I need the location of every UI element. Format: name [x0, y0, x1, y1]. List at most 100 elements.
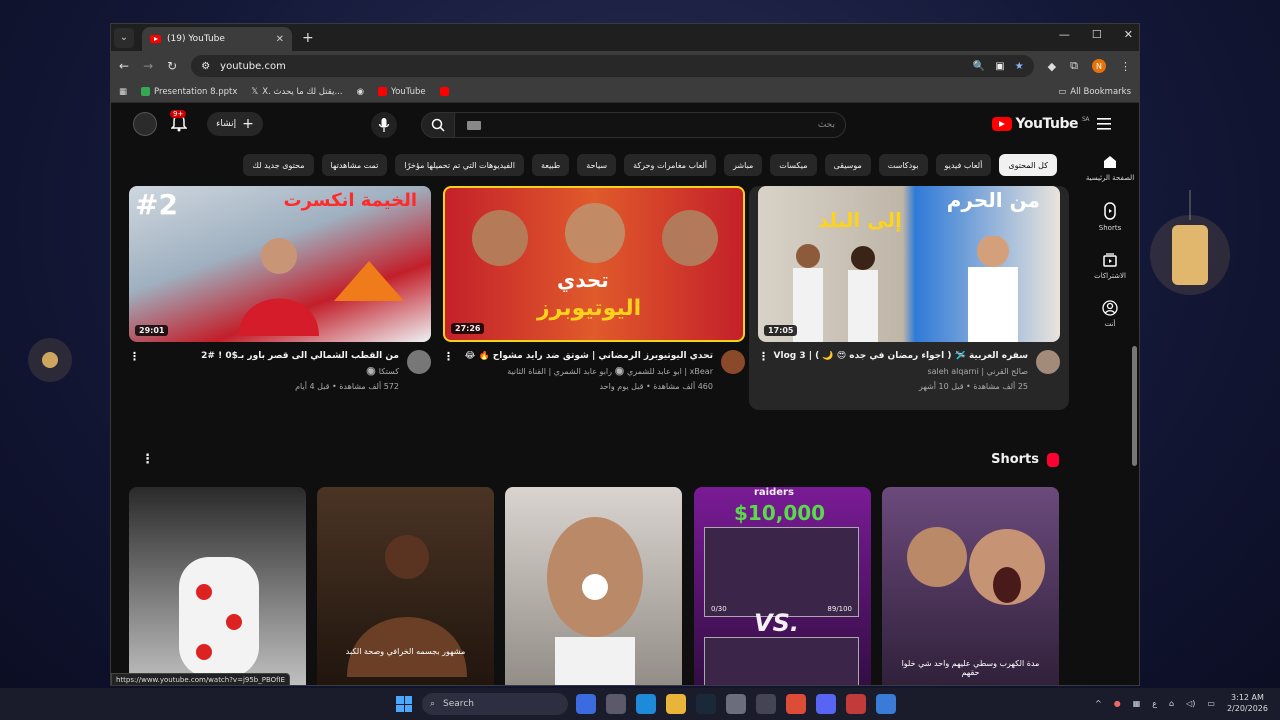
shorts-more-options-icon[interactable]: ⋮	[141, 452, 154, 467]
short-card[interactable]	[129, 487, 306, 685]
video-title[interactable]: تحدي اليوتيوبرز الرمضاني | شوتق ضد رايد …	[457, 351, 713, 361]
bookmark-star-icon[interactable]: ★	[1015, 61, 1024, 72]
new-tab-button[interactable]: +	[302, 30, 314, 46]
photos-icon[interactable]	[876, 694, 896, 714]
cast-icon[interactable]: ▣	[995, 61, 1004, 72]
channel-avatar[interactable]	[1036, 350, 1060, 374]
category-chip[interactable]: تمت مشاهدتها	[321, 154, 388, 176]
reload-button[interactable]: ↻	[167, 59, 177, 73]
taskbar-clock[interactable]: 3:12 AM 2/20/2026	[1227, 692, 1268, 714]
notifications-button[interactable]: 9+	[170, 110, 188, 136]
discord-icon[interactable]	[816, 694, 836, 714]
bookmark-x[interactable]: 𝕏 X. يقتل لك ما يحدث...	[251, 87, 342, 97]
app-icon-2[interactable]	[846, 694, 866, 714]
category-chip[interactable]: الفيديوهات التي تم تحميلها مؤخرًا	[395, 154, 524, 176]
zoom-icon[interactable]: 🔍	[973, 61, 985, 72]
taskbar-search-label: Search	[443, 699, 474, 709]
close-window-button[interactable]: ✕	[1124, 28, 1133, 41]
all-bookmarks[interactable]: ▭ All Bookmarks	[1058, 87, 1131, 97]
channel-name[interactable]: xBear | ابو عابد للشمري 🔘 رابو عابد الشم…	[507, 367, 713, 376]
tab-search-button[interactable]: ⌄	[114, 27, 134, 48]
chrome-icon[interactable]	[786, 694, 806, 714]
settings-icon[interactable]	[726, 694, 746, 714]
tab-youtube[interactable]: (19) YouTube ✕	[142, 27, 292, 51]
video-card[interactable]: تحدي اليوتيوبرز 27:26 تحدي اليوتيوبرز ال…	[443, 186, 745, 410]
keyboard-icon[interactable]	[467, 121, 481, 130]
tray-chevron-icon[interactable]: ^	[1095, 699, 1102, 708]
keyboard-tray-icon[interactable]: ▦	[1133, 699, 1141, 708]
bookmark-youtube-2[interactable]	[439, 87, 449, 96]
channel-avatar[interactable]	[407, 350, 431, 374]
category-chip[interactable]: ألعاب مغامرات وحركة	[624, 154, 717, 176]
bookmark-presentation[interactable]: Presentation 8.pptx	[141, 87, 237, 97]
category-chip[interactable]: ألعاب فيديو	[935, 154, 992, 176]
back-button[interactable]: ←	[119, 59, 129, 73]
store-icon[interactable]	[606, 694, 626, 714]
video-card[interactable]: #2 الخيمة انكسرت 29:01 من القطب الشمالي …	[129, 186, 431, 410]
create-button[interactable]: إنشاء +	[207, 112, 263, 136]
short-card[interactable]: مدة الكهرب وسطي عليهم واحد شي خلوا حقهم	[882, 487, 1059, 685]
edge-icon[interactable]	[636, 694, 656, 714]
search-button[interactable]	[421, 112, 455, 138]
input-language[interactable]: ع	[1152, 699, 1157, 708]
category-chip[interactable]: بودكاست	[878, 154, 928, 176]
menu-icon[interactable]	[1097, 118, 1111, 130]
app-icon[interactable]	[756, 694, 776, 714]
category-chip[interactable]: ميكسات	[770, 154, 817, 176]
search-input[interactable]: بحث	[454, 112, 846, 138]
maximize-button[interactable]: ☐	[1092, 28, 1102, 41]
category-chip[interactable]: سياحة	[577, 154, 617, 176]
channel-name[interactable]: صالح القرني | saleh alqarni	[927, 367, 1028, 376]
sidebar-item-home[interactable]: الصفحة الرئيسية	[1086, 154, 1134, 182]
channel-name[interactable]: كستكا 🔘	[366, 367, 399, 376]
tab-close-icon[interactable]: ✕	[276, 34, 284, 45]
forward-button[interactable]: →	[143, 59, 153, 73]
channel-avatar[interactable]	[721, 350, 745, 374]
profile-avatar[interactable]: N	[1092, 59, 1106, 73]
voice-search-button[interactable]	[371, 112, 397, 138]
short-card[interactable]: مشهور بجسمه الخرافي وصحة الكبد	[317, 487, 494, 685]
video-title[interactable]: من القطب الشمالي الى قصر باور بـ$0 ! #2	[143, 351, 399, 361]
video-thumbnail[interactable]: من الحرم إلى البلد 17:05	[758, 186, 1060, 342]
battery-icon[interactable]: ▭	[1207, 699, 1215, 708]
more-options-icon[interactable]: ⋮	[758, 350, 769, 363]
volume-icon[interactable]: ◁)	[1186, 699, 1195, 708]
taskbar-search[interactable]: ⌕ Search	[422, 693, 568, 715]
windows-start-button[interactable]	[396, 696, 412, 712]
minimize-button[interactable]: —	[1059, 28, 1070, 41]
page-scrollbar[interactable]	[1132, 346, 1137, 466]
category-chip[interactable]: كل المحتوى	[999, 154, 1057, 176]
browser-menu-icon[interactable]: ⋮	[1120, 60, 1131, 73]
category-chip[interactable]: موسيقى	[824, 154, 871, 176]
steam-icon[interactable]	[696, 694, 716, 714]
more-options-icon[interactable]: ⋮	[129, 350, 140, 363]
category-chip[interactable]: مباشر	[724, 154, 763, 176]
bookmark-globe[interactable]: ◉	[357, 87, 364, 97]
short-card[interactable]	[505, 487, 682, 685]
video-card-hovered[interactable]: من الحرم إلى البلد 17:05 سفره العربية 🛩️…	[749, 186, 1069, 410]
short-text: VS.	[754, 609, 799, 637]
address-bar[interactable]: ⚙ youtube.com 🔍 ▣ ★	[191, 55, 1034, 77]
more-options-icon[interactable]: ⋮	[443, 350, 454, 363]
extensions-puzzle-icon[interactable]: ⧉	[1070, 59, 1078, 73]
video-meta: 460 ألف مشاهدة • قبل يوم واحد	[599, 382, 713, 391]
category-chip[interactable]: طبيعة	[531, 154, 570, 176]
youtube-logo[interactable]: YouTube SA	[991, 116, 1090, 132]
file-explorer-icon[interactable]	[666, 694, 686, 714]
sidebar-item-shorts[interactable]: Shorts	[1099, 202, 1121, 232]
account-avatar[interactable]	[133, 112, 157, 136]
sidebar-item-subscriptions[interactable]: الاشتراكات	[1094, 252, 1126, 280]
network-icon[interactable]: ⌂	[1169, 699, 1174, 708]
microphone-tray-icon[interactable]: ●	[1114, 699, 1121, 708]
apps-grid-icon[interactable]: ▦	[119, 87, 127, 97]
video-title[interactable]: سفره العربية 🛩️ ( اجواء رمضان في جده 😍 🌙…	[772, 351, 1028, 361]
site-info-icon[interactable]: ⚙	[201, 61, 210, 72]
video-thumbnail[interactable]: #2 الخيمة انكسرت 29:01	[129, 186, 431, 342]
sidebar-item-you[interactable]: أنت	[1102, 300, 1118, 328]
video-thumbnail[interactable]: تحدي اليوتيوبرز 27:26	[443, 186, 745, 342]
category-chip[interactable]: محتوى جديد لك	[243, 154, 314, 176]
extension-icon[interactable]: ◆	[1048, 60, 1056, 73]
copilot-icon[interactable]	[576, 694, 596, 714]
short-card[interactable]: raiders $10,000 0/30 89/100 VS.	[694, 487, 871, 685]
bookmark-youtube[interactable]: YouTube	[378, 87, 426, 97]
